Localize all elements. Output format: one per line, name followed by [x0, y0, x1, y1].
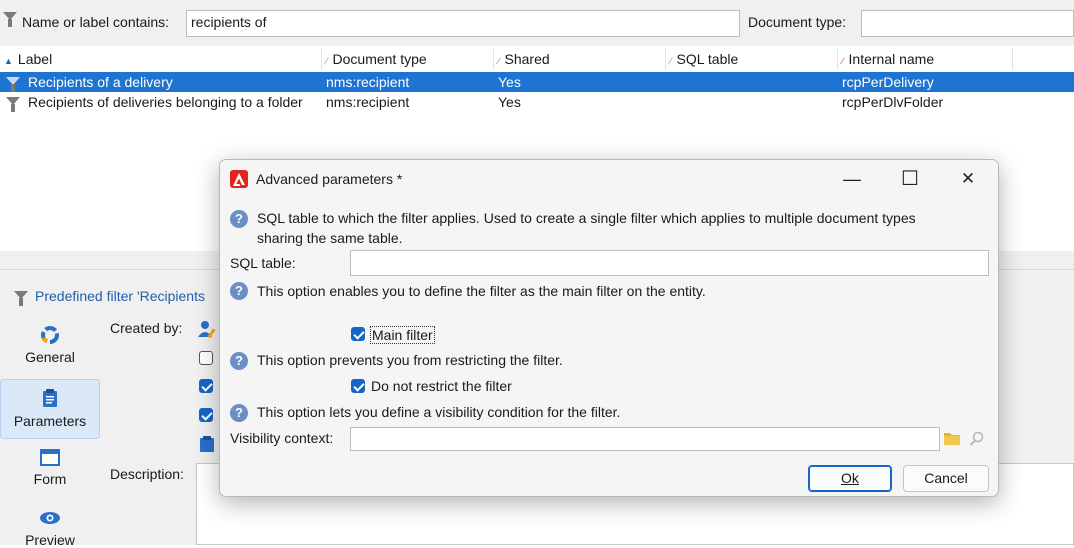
column-separator[interactable]: [1012, 48, 1013, 70]
filter-funnel-icon: [14, 291, 28, 306]
help-text-visibility: This option lets you define a visibility…: [257, 404, 621, 420]
general-icon: [40, 325, 60, 345]
sql-table-input[interactable]: [350, 250, 989, 276]
help-icon: ?: [230, 352, 248, 370]
row-internal-name: rcpPerDlvFolder: [842, 94, 944, 110]
name-filter-label: Name or label contains:: [22, 14, 170, 30]
clipboard-icon[interactable]: [199, 435, 215, 453]
help-icon: ?: [230, 282, 248, 300]
column-header-shared[interactable]: ∕ Shared: [498, 46, 550, 72]
row-document-type: nms:recipient: [326, 74, 410, 90]
filter-funnel-icon: [6, 77, 20, 92]
nav-preview[interactable]: Preview: [0, 507, 100, 548]
filter-funnel-icon: [3, 12, 17, 27]
column-header-label[interactable]: ▲ Label: [4, 46, 52, 72]
help-text-sql-table: SQL table to which the filter applies. U…: [257, 210, 916, 226]
option-checkbox[interactable]: [199, 408, 213, 422]
filter-funnel-icon: [6, 97, 20, 112]
nav-form[interactable]: Form: [0, 445, 100, 501]
sort-icon: ∕: [498, 56, 500, 66]
sort-icon: ∕: [326, 56, 328, 66]
cancel-button-label: Cancel: [924, 470, 968, 486]
row-shared: Yes: [498, 74, 521, 90]
advanced-parameters-dialog: Advanced parameters * — ☐ ✕ ? SQL table …: [219, 159, 999, 497]
column-header-document-type[interactable]: ∕ Document type: [326, 46, 427, 72]
close-icon[interactable]: ✕: [946, 164, 990, 194]
main-filter-checkbox[interactable]: [351, 327, 365, 341]
table-row[interactable]: Recipients of deliveries belonging to a …: [0, 92, 1074, 112]
adobe-logo-icon: [230, 170, 248, 188]
column-separator[interactable]: [321, 48, 322, 70]
maximize-icon[interactable]: ☐: [888, 164, 932, 194]
help-icon: ?: [230, 210, 248, 228]
row-document-type: nms:recipient: [326, 94, 410, 110]
filter-bar: Name or label contains: recipients of Do…: [0, 0, 1074, 46]
nav-parameters[interactable]: Parameters: [0, 379, 100, 439]
help-text-restrict: This option prevents you from restrictin…: [257, 352, 563, 368]
column-header-sql-table[interactable]: ∕ SQL table: [670, 46, 738, 72]
user-icon[interactable]: [197, 319, 217, 339]
nav-general[interactable]: General: [0, 321, 100, 377]
clipboard-icon: [41, 388, 59, 408]
description-label: Description:: [110, 466, 184, 482]
column-separator[interactable]: [837, 48, 838, 70]
visibility-context-label: Visibility context:: [230, 430, 334, 446]
name-filter-input[interactable]: recipients of: [186, 10, 740, 37]
no-restrict-label[interactable]: Do not restrict the filter: [371, 378, 512, 394]
ok-button[interactable]: Ok: [808, 465, 892, 492]
nav-form-label: Form: [33, 471, 67, 487]
folder-icon[interactable]: [943, 431, 961, 446]
nav-parameters-label: Parameters: [13, 413, 87, 429]
no-restrict-checkbox[interactable]: [351, 379, 365, 393]
option-checkbox[interactable]: [199, 351, 213, 365]
row-internal-name: rcpPerDelivery: [842, 74, 934, 90]
dialog-titlebar[interactable]: Advanced parameters * — ☐ ✕: [220, 160, 998, 198]
row-shared: Yes: [498, 94, 521, 110]
eye-icon: [39, 511, 61, 525]
search-icon[interactable]: [969, 431, 985, 447]
sort-icon: ∕: [670, 56, 672, 66]
nav-preview-label: Preview: [25, 532, 75, 548]
help-text-sql-table-2: sharing the same table.: [257, 230, 403, 246]
row-label: Recipients of a delivery: [28, 74, 173, 90]
help-icon: ?: [230, 404, 248, 422]
created-by-label: Created by:: [110, 320, 183, 336]
list-header: ▲ Label ∕ Document type ∕ Shared ∕ SQL table…: [0, 46, 1074, 73]
ok-button-label: Ok: [841, 470, 859, 486]
form-icon: [40, 449, 60, 467]
column-header-internal-name[interactable]: ∕ Internal name: [842, 46, 934, 72]
doctype-filter-input[interactable]: [861, 10, 1074, 37]
cancel-button[interactable]: Cancel: [903, 465, 989, 492]
minimize-icon[interactable]: —: [830, 164, 874, 194]
sql-table-label: SQL table:: [230, 255, 296, 271]
column-separator[interactable]: [665, 48, 666, 70]
nav-general-label: General: [25, 349, 75, 365]
table-row[interactable]: Recipients of a delivery nms:recipient Y…: [0, 72, 1074, 92]
main-filter-label[interactable]: Main filter: [370, 326, 435, 344]
column-separator[interactable]: [493, 48, 494, 70]
help-text-main-filter: This option enables you to define the fi…: [257, 283, 706, 299]
option-checkbox[interactable]: [199, 379, 213, 393]
visibility-context-input[interactable]: [350, 427, 940, 451]
sort-active-icon: ∕: [842, 56, 844, 66]
dialog-title: Advanced parameters *: [256, 171, 403, 187]
doctype-filter-label: Document type:: [748, 14, 847, 30]
row-label: Recipients of deliveries belonging to a …: [28, 94, 303, 110]
panel-header-title: Predefined filter 'Recipients: [35, 288, 205, 304]
sort-ascending-icon: ▲: [4, 56, 13, 66]
